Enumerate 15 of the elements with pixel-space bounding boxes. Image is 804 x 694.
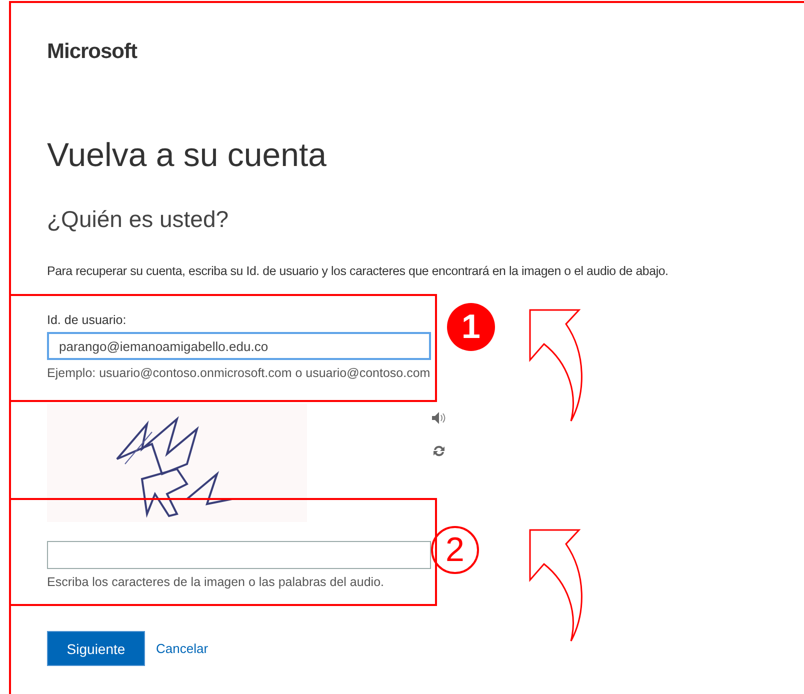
refresh-icon[interactable] (432, 444, 446, 458)
section-heading: ¿Quién es usted? (47, 206, 230, 233)
cancel-link[interactable]: Cancelar (156, 641, 208, 656)
captcha-field[interactable] (47, 541, 431, 569)
speaker-icon[interactable] (432, 412, 446, 424)
page-title: Vuelva a su cuenta (47, 136, 328, 174)
instructions-text: Para recuperar su cuenta, escriba su Id. de usuario y los caracteres que encontrará en la imagen o el audio de abajo. (47, 264, 668, 278)
number-badge: 2 (431, 526, 479, 574)
captcha-hint: Escriba los caracteres de la imagen o las palabras del audio. (47, 575, 384, 589)
logo-text: Microsoft (47, 39, 138, 64)
user-id-field[interactable]: parango@iemanoamigabello.edu.co (47, 332, 431, 360)
next-button[interactable]: Siguiente (47, 631, 145, 666)
number-badge: 1 (447, 303, 495, 351)
field-label: Id. de usuario: (47, 313, 126, 327)
example-hint: Ejemplo: usuario@contoso.onmicrosoft.com o usuario@contoso.com (47, 366, 430, 380)
